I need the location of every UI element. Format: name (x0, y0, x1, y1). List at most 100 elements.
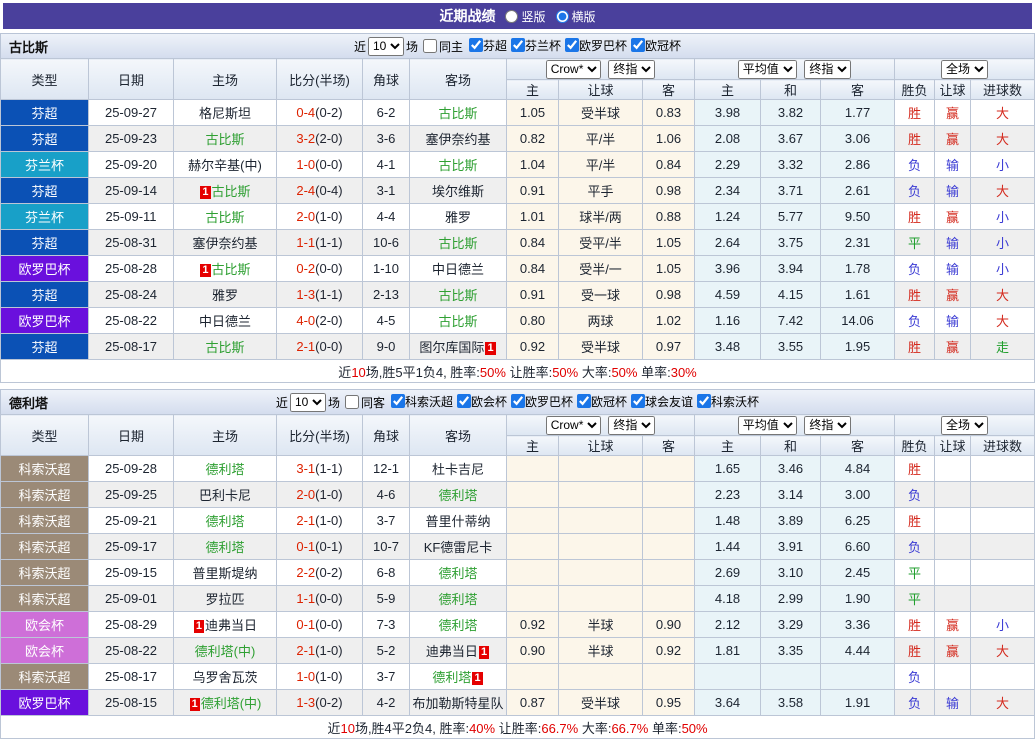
same-venue-checkbox[interactable] (344, 395, 359, 409)
league-filter[interactable]: 科索沃超 (388, 393, 453, 410)
league-filter[interactable]: 科索沃杯 (694, 393, 759, 410)
bookmaker-final-select[interactable]: 终指 (608, 59, 656, 79)
corner-cell: 3-1 (362, 177, 410, 204)
league-checkbox[interactable] (565, 38, 580, 53)
average-final-select[interactable]: 终指 (804, 415, 852, 435)
type-cell: 欧会杯 (0, 611, 89, 638)
summary-stat-value: 50% (552, 364, 579, 380)
fulltime-score: 1-1 (296, 591, 316, 606)
league-filter[interactable]: 欧会杯 (454, 393, 507, 410)
type-cell: 欧罗巴杯 (0, 689, 89, 716)
fulltime-score: 3-2 (296, 131, 316, 146)
bookmaker-select[interactable]: Crow* (545, 415, 601, 435)
layout-radio-horizontal[interactable]: 横版 (555, 8, 596, 25)
match-count-select[interactable]: 10 (289, 392, 326, 412)
result-goals-cell: 大 (970, 125, 1035, 152)
summary-stat-value: 10 (340, 720, 355, 736)
league-filter[interactable]: 欧罗巴杯 (508, 393, 573, 410)
period-select[interactable]: 全场 (941, 415, 989, 435)
odds-home-cell: 1.05 (506, 99, 559, 126)
horizontal-radio[interactable] (555, 9, 569, 23)
odds-handicap-cell: 半球 (558, 611, 643, 638)
league-filter[interactable]: 欧冠杯 (628, 37, 681, 54)
col-header-away: 客场 (409, 414, 507, 456)
match-row: 芬超 25-08-31 塞伊奈约基 1-1(1-1) 10-6 古比斯 0.84 受平/半 1.… (0, 229, 1035, 256)
date-cell: 25-08-22 (88, 637, 174, 664)
league-filter[interactable]: 芬兰杯 (508, 37, 561, 54)
league-checkbox[interactable] (577, 394, 592, 409)
score-cell: 1-1(0-0) (276, 585, 363, 612)
average-select[interactable]: 平均值 (737, 59, 797, 79)
league-checkbox[interactable] (697, 394, 712, 409)
odds-home-cell: 0.92 (506, 611, 559, 638)
match-row: 芬兰杯 25-09-11 古比斯 2-0(1-0) 4-4 雅罗 1.01 球半/两 0.88 1… (0, 203, 1035, 230)
result-value: 胜 (908, 288, 922, 303)
team-name: 乌罗舍瓦茨 (192, 670, 258, 685)
league-checkbox[interactable] (511, 394, 525, 409)
corner-cell: 6-8 (362, 559, 410, 586)
team-name: 德利塔 (432, 670, 472, 685)
league-label: 科索沃杯 (711, 394, 760, 409)
home-team-cell: 雅罗 (173, 281, 277, 308)
league-label: 芬兰杯 (525, 38, 562, 53)
odds-home-cell: 0.90 (506, 637, 559, 664)
corner-cell: 4-2 (362, 689, 410, 716)
result-value: 小 (996, 210, 1010, 225)
halftime-score: (0-2) (315, 695, 343, 710)
horizontal-radio-label: 横版 (571, 9, 596, 24)
avg-draw-cell: 3.67 (760, 125, 822, 152)
team-name: 迪弗当日 (425, 644, 478, 659)
result-handicap-cell: 赢 (934, 637, 972, 664)
bookmaker-final-select[interactable]: 终指 (608, 415, 656, 435)
halftime-score: (0-0) (315, 617, 343, 632)
title-bar: 近期战绩 竖版 横版 (3, 3, 1032, 29)
avg-home-cell: 2.34 (694, 177, 762, 204)
bookmaker-select[interactable]: Crow* (545, 59, 601, 79)
halftime-score: (2-0) (315, 131, 343, 146)
result-value: 赢 (946, 340, 960, 355)
table-strip: 德利塔 近 10 场 同客 科索沃超 欧会杯 欧罗巴杯 欧冠杯 球会友谊 科索沃杯 (0, 389, 1035, 414)
corner-cell: 6-2 (362, 99, 410, 126)
result-handicap-cell: 输 (934, 151, 972, 178)
match-count-select[interactable]: 10 (367, 36, 404, 56)
league-checkbox[interactable] (631, 394, 646, 409)
average-select[interactable]: 平均值 (737, 415, 797, 435)
layout-radio-vertical[interactable]: 竖版 (505, 8, 546, 25)
period-select[interactable]: 全场 (941, 59, 989, 79)
date-cell: 25-08-24 (88, 281, 174, 308)
type-cell: 欧罗巴杯 (0, 307, 89, 334)
team-name: 迪弗当日 (205, 618, 258, 633)
league-checkbox[interactable] (390, 394, 405, 409)
summary-text: 大率: (578, 364, 612, 380)
avg-draw-cell: 3.14 (760, 481, 822, 508)
result-wdl-cell: 平 (894, 585, 936, 612)
odds-home-cell: 0.84 (506, 229, 559, 256)
fulltime-score: 1-0 (296, 157, 316, 172)
average-final-select[interactable]: 终指 (804, 59, 852, 79)
result-wdl-cell: 平 (894, 229, 936, 256)
team-name: 德利塔(中) (200, 696, 262, 711)
vertical-radio[interactable] (505, 9, 519, 23)
away-team-cell: 古比斯 (409, 307, 507, 334)
league-filter[interactable]: 球会友谊 (628, 393, 693, 410)
sub-header-avg-away: 客 (820, 435, 896, 456)
league-checkbox[interactable] (511, 38, 525, 53)
avg-draw-cell: 3.55 (760, 333, 822, 360)
league-filter[interactable]: 芬超 (466, 37, 507, 54)
avg-away-cell: 2.31 (820, 229, 896, 256)
odds-home-cell: 0.91 (506, 281, 559, 308)
league-checkbox[interactable] (456, 394, 471, 409)
league-checkbox[interactable] (468, 38, 483, 53)
league-filter[interactable]: 欧冠杯 (574, 393, 627, 410)
avg-draw-cell: 3.75 (760, 229, 822, 256)
league-checkbox[interactable] (631, 38, 646, 53)
type-cell: 芬超 (0, 125, 89, 152)
league-filter[interactable]: 欧罗巴杯 (562, 37, 627, 54)
same-venue-checkbox[interactable] (422, 39, 437, 53)
avg-draw-cell: 4.15 (760, 281, 822, 308)
halftime-score: (1-1) (315, 287, 343, 302)
avg-draw-cell: 3.46 (760, 455, 822, 482)
odds-handicap-cell (558, 663, 643, 690)
sub-header-avg-draw: 和 (760, 435, 822, 456)
home-team-cell: 赫尔辛基(中) (173, 151, 277, 178)
